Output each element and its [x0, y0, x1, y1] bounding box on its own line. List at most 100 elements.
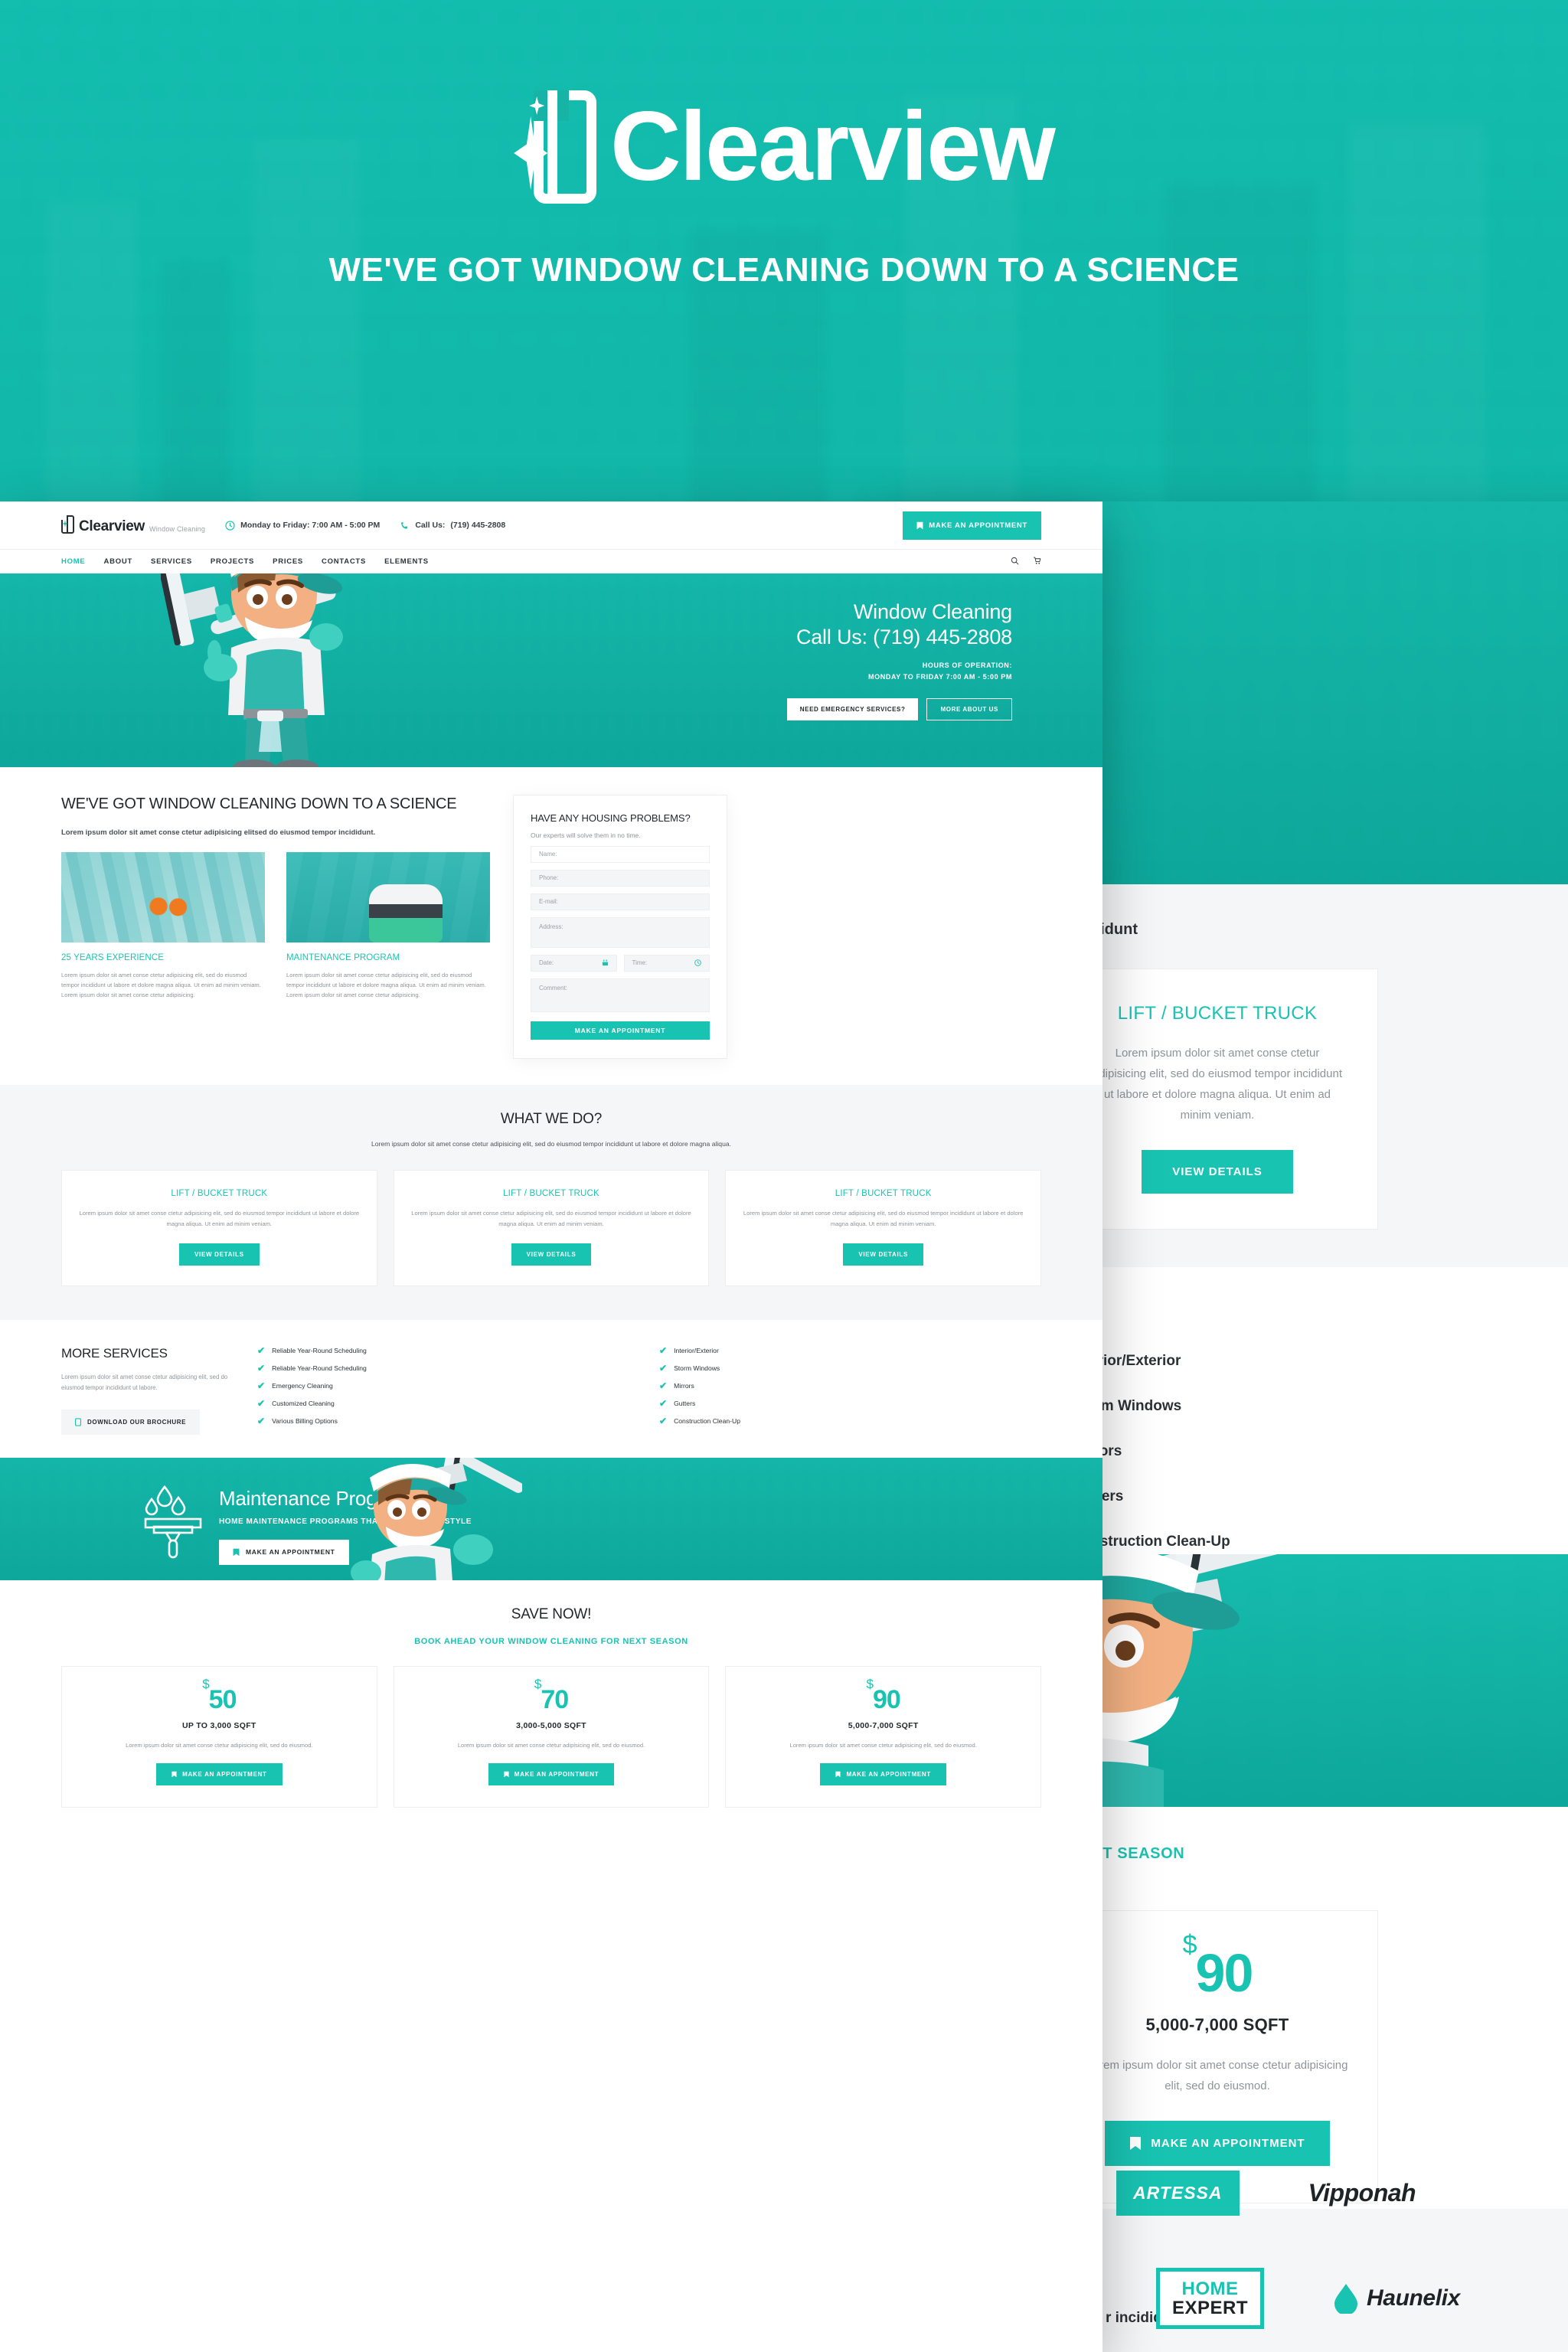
price-value: 70 — [541, 1684, 569, 1714]
currency-symbol: $ — [534, 1677, 542, 1692]
nav-item-elements[interactable]: ELEMENTS — [384, 557, 429, 566]
service-card[interactable]: LIFT / BUCKET TRUCK Lorem ipsum dolor si… — [393, 1170, 710, 1286]
check-icon: ✔ — [659, 1362, 668, 1374]
topbar-appointment-button[interactable]: MAKE AN APPOINTMENT — [903, 511, 1041, 540]
price-appointment-label: MAKE AN APPOINTMENT — [514, 1771, 599, 1779]
water-drop-icon — [1334, 2284, 1358, 2314]
zoom-price-amount: $90 — [1083, 1932, 1351, 2003]
brand-logo-artessa[interactable]: ARTESSA — [1116, 2171, 1240, 2216]
hero-title-line1: Window Cleaning — [853, 600, 1012, 623]
phone-contact[interactable]: Call Us: (719) 445-2808 — [400, 521, 505, 531]
brand-logo-home-expert-line2: EXPERT — [1172, 2298, 1249, 2319]
cart-icon[interactable] — [1033, 555, 1041, 569]
zoom-view-details-button[interactable]: VIEW DETAILS — [1142, 1150, 1293, 1194]
about-card-text: Lorem ipsum dolor sit amet conse ctetur … — [286, 971, 486, 999]
price-value: 90 — [1195, 1943, 1254, 2003]
download-brochure-button[interactable]: DOWNLOAD OUR BROCHURE — [61, 1409, 201, 1435]
clock-icon — [694, 959, 701, 967]
nav-item-home[interactable]: HOME — [61, 557, 86, 566]
address-field[interactable]: Address: — [531, 916, 710, 948]
brand-logo-haunelix-label: Haunelix — [1367, 2285, 1460, 2311]
about-card-text: Lorem ipsum dolor sit amet conse ctetur … — [61, 971, 261, 999]
price-amount: $50 — [77, 1677, 361, 1712]
form-heading: HAVE ANY HOUSING PROBLEMS? — [531, 812, 691, 824]
hero-title-line2: Call Us: (719) 445-2808 — [795, 625, 1012, 648]
more-services-column-left: ✔ Reliable Year-Round Scheduling ✔ Reliabl… — [257, 1346, 639, 1435]
list-item: ✔ Storm Windows — [659, 1364, 1041, 1373]
hero-emergency-button[interactable]: NEED EMERGENCY SERVICES? — [786, 697, 919, 720]
currency-symbol: $ — [866, 1677, 874, 1692]
date-field[interactable]: Date: — [531, 954, 617, 972]
price-appointment-label: MAKE AN APPOINTMENT — [846, 1771, 931, 1779]
nav-item-prices[interactable]: PRICES — [273, 557, 303, 566]
name-field[interactable]: Name: — [531, 845, 710, 863]
price-card[interactable]: $90 5,000-7,000 SQFT Lorem ipsum dolor s… — [725, 1665, 1042, 1808]
more-services-heading: MORE SERVICES — [61, 1345, 168, 1361]
masthead-tagline: WE'VE GOT WINDOW CLEANING DOWN TO A SCIE… — [328, 251, 1240, 289]
site-logo-name: Clearview — [79, 518, 145, 534]
site-nav: HOME ABOUT SERVICES PROJECTS PRICES CONT… — [0, 549, 1102, 573]
price-amount: $70 — [410, 1677, 694, 1714]
phone-field[interactable]: Phone: — [531, 869, 710, 887]
price-value: 90 — [873, 1684, 901, 1714]
view-details-button[interactable]: VIEW DETAILS — [178, 1243, 260, 1266]
price-card[interactable]: $70 3,000-5,000 SQFT Lorem ipsum dolor s… — [393, 1665, 710, 1808]
business-hours: Monday to Friday: 7:00 AM - 5:00 PM — [225, 520, 380, 531]
hero-more-about-button[interactable]: MORE ABOUT US — [926, 697, 1012, 720]
comment-field[interactable]: Comment: — [531, 978, 710, 1012]
search-icon[interactable] — [1011, 555, 1019, 569]
phone-icon — [400, 521, 410, 531]
hero-banner: Window Cleaning Call Us: (719) 445-2808 … — [0, 573, 1102, 767]
view-details-button[interactable]: VIEW DETAILS — [843, 1243, 924, 1266]
form-subheading: Our experts will solve them in no time. — [531, 831, 641, 839]
price-appointment-button[interactable]: MAKE AN APPOINTMENT — [820, 1763, 946, 1786]
view-details-button[interactable]: VIEW DETAILS — [511, 1243, 592, 1266]
list-item-label: Construction Clean-Up — [674, 1416, 740, 1425]
about-card: 25 YEARS EXPERIENCE Lorem ipsum dolor si… — [61, 851, 265, 1001]
zoom-service-card[interactable]: LIFT / BUCKET TRUCK Lorem ipsum dolor si… — [1057, 969, 1378, 1230]
bookmark-icon — [835, 1771, 841, 1778]
brand-logo-home-expert[interactable]: HOME EXPERT — [1156, 2268, 1265, 2330]
service-card[interactable]: LIFT / BUCKET TRUCK Lorem ipsum dolor si… — [61, 1170, 377, 1286]
masthead-brand: Clearview — [514, 90, 1056, 204]
about-card-image — [61, 851, 265, 942]
window-cleaner-mascot-illustration — [161, 573, 343, 767]
list-item-label: Storm Windows — [674, 1364, 720, 1372]
price-card[interactable]: $50 UP TO 3,000 SQFT Lorem ipsum dolor s… — [61, 1665, 377, 1808]
currency-symbol: $ — [202, 1677, 210, 1692]
about-card: MAINTENANCE PROGRAM Lorem ipsum dolor si… — [286, 851, 490, 1001]
time-field[interactable]: Time: — [623, 954, 710, 972]
brand-logo-haunelix[interactable]: Haunelix — [1333, 2283, 1460, 2314]
service-card[interactable]: LIFT / BUCKET TRUCK Lorem ipsum dolor si… — [725, 1170, 1042, 1286]
price-appointment-button[interactable]: MAKE AN APPOINTMENT — [488, 1763, 615, 1786]
form-submit-button[interactable]: MAKE AN APPOINTMENT — [531, 1021, 710, 1040]
price-appointment-button[interactable]: MAKE AN APPOINTMENT — [156, 1763, 283, 1786]
brand-logo-vipponah[interactable]: Vipponah — [1308, 2179, 1416, 2207]
list-item-label: Reliable Year-Round Scheduling — [272, 1364, 367, 1372]
nav-item-services[interactable]: SERVICES — [151, 557, 192, 566]
hero-hours-value: MONDAY TO FRIDAY 7:00 AM - 5:00 PM — [868, 672, 1012, 681]
save-now-section: SAVE NOW! BOOK AHEAD YOUR WINDOW CLEANIN… — [0, 1579, 1102, 1808]
zoom-make-appointment-button[interactable]: MAKE AN APPOINTMENT — [1105, 2121, 1330, 2166]
price-amount: $90 — [741, 1677, 1025, 1714]
nav-item-contacts[interactable]: CONTACTS — [322, 557, 366, 566]
list-item: ✔ Various Billing Options — [257, 1416, 639, 1426]
site-logo[interactable]: Clearview Window Cleaning — [61, 515, 205, 535]
site-logo-subtitle: Window Cleaning — [149, 525, 206, 533]
price-text: Lorem ipsum dolor sit amet conse ctetur … — [789, 1741, 977, 1749]
check-icon: ✔ — [257, 1344, 266, 1356]
bookmark-icon — [1130, 2137, 1142, 2150]
more-services-section: MORE SERVICES Lorem ipsum dolor sit amet… — [0, 1319, 1102, 1458]
zoom-price-card[interactable]: $90 5,000-7,000 SQFT Lorem ipsum dolor s… — [1057, 1910, 1378, 2203]
nav-item-about[interactable]: ABOUT — [104, 557, 133, 566]
nav-item-projects[interactable]: PROJECTS — [211, 557, 254, 566]
window-cleaner-mascot-illustration — [351, 1457, 522, 1580]
what-we-do-heading: WHAT WE DO? — [500, 1110, 603, 1127]
check-icon: ✔ — [659, 1415, 668, 1426]
price-sqft: 3,000-5,000 SQFT — [516, 1720, 586, 1730]
check-icon: ✔ — [659, 1344, 668, 1356]
banner-appointment-button[interactable]: MAKE AN APPOINTMENT — [219, 1539, 349, 1565]
phone-label: Call Us: — [415, 521, 446, 530]
service-card-title: LIFT / BUCKET TRUCK — [503, 1189, 599, 1199]
email-field[interactable]: E-mail: — [531, 893, 710, 910]
